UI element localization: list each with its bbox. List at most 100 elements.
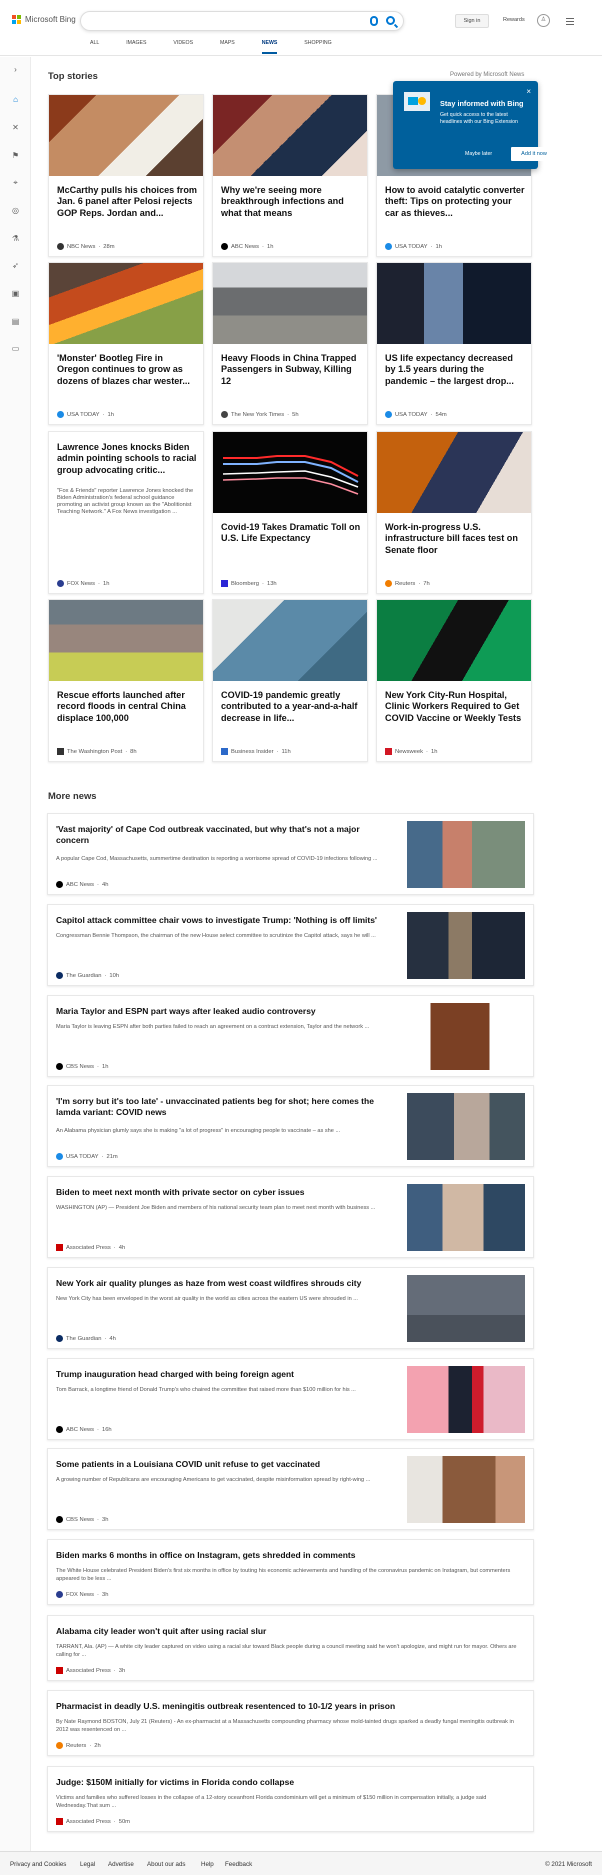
news-thumbnail bbox=[407, 1093, 525, 1160]
search-input[interactable] bbox=[80, 11, 404, 31]
tab-images[interactable]: IMAGES bbox=[126, 40, 146, 54]
news-card[interactable]: Covid-19 Takes Dramatic Toll on U.S. Lif… bbox=[212, 431, 368, 594]
news-list-item[interactable]: Alabama city leader won't quit after usi… bbox=[47, 1615, 534, 1681]
more-news-heading: More news bbox=[48, 790, 97, 801]
bing-logo[interactable]: Microsoft Bing bbox=[12, 15, 76, 24]
usa-today-logo-icon bbox=[385, 243, 392, 250]
home-icon[interactable]: ⌂ bbox=[11, 95, 20, 104]
usa-today-logo-icon bbox=[57, 411, 64, 418]
news-thumbnail bbox=[377, 600, 531, 681]
science-icon[interactable]: ⚗ bbox=[11, 234, 20, 243]
news-list-item[interactable]: 'I'm sorry but it's too late' - unvaccin… bbox=[47, 1085, 534, 1167]
extension-icon bbox=[404, 92, 430, 111]
news-thumbnail bbox=[213, 263, 367, 344]
entertainment-icon[interactable]: ▣ bbox=[11, 289, 20, 298]
maybe-later-button[interactable]: Maybe later bbox=[465, 151, 492, 157]
news-list-item[interactable]: Biden marks 6 months in office on Instag… bbox=[47, 1539, 534, 1605]
news-list-item[interactable]: Capitol attack committee chair vows to i… bbox=[47, 904, 534, 986]
close-icon[interactable]: × bbox=[526, 87, 531, 96]
newsweek-logo-icon bbox=[385, 748, 392, 755]
news-list-item[interactable]: Biden to meet next month with private se… bbox=[47, 1176, 534, 1258]
sign-in-button[interactable]: Sign in bbox=[455, 14, 489, 28]
news-thumbnail bbox=[377, 432, 531, 513]
card-title[interactable]: McCarthy pulls his choices from Jan. 6 p… bbox=[57, 185, 197, 219]
rocket-icon[interactable]: ➶ bbox=[11, 261, 20, 270]
news-list-item[interactable]: New York air quality plunges as haze fro… bbox=[47, 1267, 534, 1349]
business-icon[interactable]: ▤ bbox=[11, 317, 20, 326]
news-thumbnail bbox=[377, 263, 531, 344]
nyt-logo-icon bbox=[221, 411, 228, 418]
tab-all[interactable]: ALL bbox=[90, 40, 99, 54]
news-list-item[interactable]: Maria Taylor and ESPN part ways after le… bbox=[47, 995, 534, 1077]
fox-news-logo-icon bbox=[57, 580, 64, 587]
news-thumbnail bbox=[49, 600, 203, 681]
feedback-link[interactable]: Feedback bbox=[225, 1861, 252, 1868]
card-title[interactable]: How to avoid catalytic converter theft: … bbox=[385, 185, 525, 219]
flag-icon[interactable]: ⚑ bbox=[11, 151, 20, 160]
nbc-logo-icon bbox=[57, 243, 64, 250]
news-card[interactable]: Heavy Floods in China Trapped Passengers… bbox=[212, 262, 368, 425]
trophy-icon[interactable]: ♙ bbox=[537, 14, 550, 27]
microphone-icon[interactable] bbox=[370, 16, 378, 26]
news-thumbnail bbox=[49, 263, 203, 344]
card-title[interactable]: Why we're seeing more breakthrough infec… bbox=[221, 185, 361, 219]
news-card[interactable]: New York City-Run Hospital, Clinic Worke… bbox=[376, 599, 532, 762]
news-thumbnail bbox=[407, 821, 525, 888]
news-card[interactable]: US life expectancy decreased by 1.5 year… bbox=[376, 262, 532, 425]
top-header: Microsoft Bing Sign in Rewards ♙ ALL IMA… bbox=[0, 0, 602, 56]
tab-shopping[interactable]: SHOPPING bbox=[304, 40, 331, 54]
powered-by: Powered by Microsoft News bbox=[450, 72, 525, 78]
news-list-item[interactable]: Judge: $150M initially for victims in Fl… bbox=[47, 1766, 534, 1832]
tab-maps[interactable]: MAPS bbox=[220, 40, 235, 54]
news-thumbnail bbox=[407, 1456, 525, 1523]
news-card[interactable]: McCarthy pulls his choices from Jan. 6 p… bbox=[48, 94, 204, 257]
popup-body: Get quick access to the latest headlines… bbox=[440, 112, 518, 125]
microsoft-logo-icon bbox=[12, 15, 21, 24]
add-extension-button[interactable]: Add it now bbox=[511, 147, 557, 161]
news-card[interactable]: Why we're seeing more breakthrough infec… bbox=[212, 94, 368, 257]
business-insider-logo-icon bbox=[221, 748, 228, 755]
abc-logo-icon bbox=[221, 243, 228, 250]
about-ads-link[interactable]: About our ads bbox=[147, 1861, 186, 1868]
copyright: © 2021 Microsoft bbox=[545, 1861, 592, 1868]
news-thumbnail bbox=[49, 95, 203, 176]
popup-title: Stay informed with Bing bbox=[440, 99, 524, 108]
top-stories-heading: Top stories bbox=[48, 70, 98, 81]
news-thumbnail bbox=[407, 912, 525, 979]
search-icon[interactable] bbox=[386, 16, 395, 25]
location-icon[interactable]: ⌖ bbox=[11, 178, 20, 187]
news-card[interactable]: Work-in-progress U.S. infrastructure bil… bbox=[376, 431, 532, 594]
usa-today-logo-icon bbox=[385, 411, 392, 418]
news-card[interactable]: Lawrence Jones knocks Biden admin pointi… bbox=[48, 431, 204, 594]
advertise-link[interactable]: Advertise bbox=[108, 1861, 134, 1868]
chart-thumbnail bbox=[213, 432, 367, 513]
expand-icon[interactable]: › bbox=[11, 65, 20, 74]
news-thumbnail bbox=[213, 95, 367, 176]
category-rail: › ⌂ ✕ ⚑ ⌖ ◎ ⚗ ➶ ▣ ▤ ▭ bbox=[0, 57, 31, 1857]
help-link[interactable]: Help bbox=[201, 1861, 214, 1868]
page-footer: Privacy and Cookies Legal Advertise Abou… bbox=[0, 1851, 602, 1875]
menu-icon[interactable] bbox=[566, 16, 574, 27]
news-card[interactable]: Rescue efforts launched after record flo… bbox=[48, 599, 204, 762]
tools-icon[interactable]: ✕ bbox=[11, 123, 20, 132]
tab-videos[interactable]: VIDEOS bbox=[173, 40, 193, 54]
legal-link[interactable]: Legal bbox=[80, 1861, 95, 1868]
news-list-item[interactable]: Some patients in a Louisiana COVID unit … bbox=[47, 1448, 534, 1530]
globe-icon[interactable]: ◎ bbox=[11, 206, 20, 215]
news-thumbnail bbox=[407, 1184, 525, 1251]
source-label: NBC News bbox=[67, 243, 96, 250]
news-list-item[interactable]: Trump inauguration head charged with bei… bbox=[47, 1358, 534, 1440]
news-list-item[interactable]: 'Vast majority' of Cape Cod outbreak vac… bbox=[47, 813, 534, 895]
tab-news[interactable]: NEWS bbox=[261, 40, 278, 54]
brand-name: Microsoft Bing bbox=[25, 15, 76, 24]
news-list-item[interactable]: Pharmacist in deadly U.S. meningitis out… bbox=[47, 1690, 534, 1756]
news-thumbnail bbox=[213, 600, 367, 681]
news-card[interactable]: 'Monster' Bootleg Fire in Oregon continu… bbox=[48, 262, 204, 425]
technology-icon[interactable]: ▭ bbox=[11, 344, 20, 353]
bloomberg-logo-icon bbox=[221, 580, 228, 587]
privacy-link[interactable]: Privacy and Cookies bbox=[10, 1861, 66, 1868]
washington-post-logo-icon bbox=[57, 748, 64, 755]
bing-extension-popup: Stay informed with Bing Get quick access… bbox=[393, 81, 557, 169]
news-card[interactable]: COVID-19 pandemic greatly contributed to… bbox=[212, 599, 368, 762]
rewards-link[interactable]: Rewards bbox=[503, 17, 525, 23]
